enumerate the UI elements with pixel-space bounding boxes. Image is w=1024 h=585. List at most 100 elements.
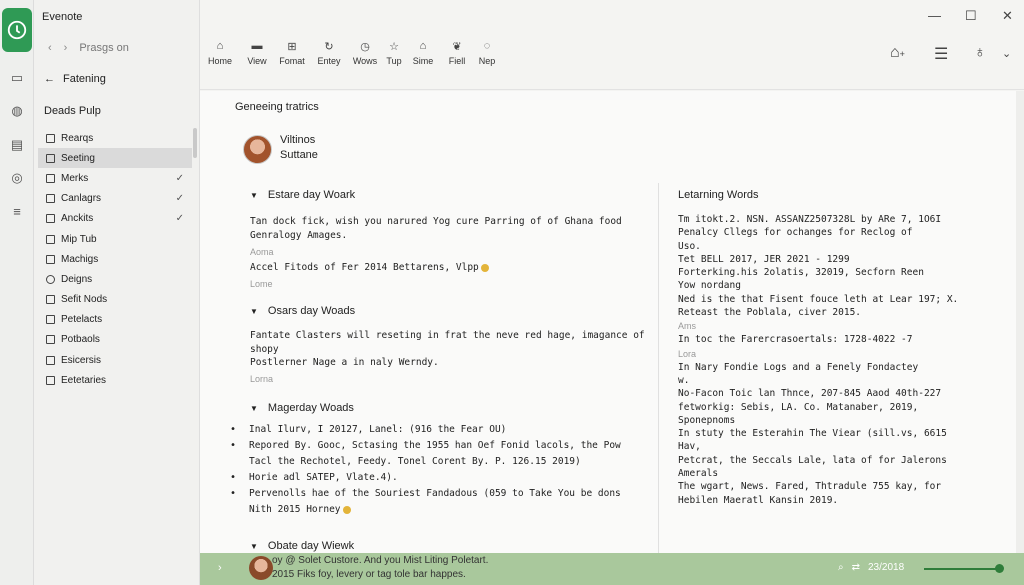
circle-icon bbox=[46, 274, 55, 284]
history-nav: ‹ › Prasgs on bbox=[48, 42, 129, 54]
checkmark-icon: ✓ bbox=[175, 213, 184, 225]
sidebar-item[interactable]: Seeting bbox=[38, 148, 192, 169]
close-icon[interactable]: ✕ bbox=[1002, 8, 1013, 24]
toolbar-home-button[interactable]: ⌂ Home bbox=[203, 40, 237, 66]
view-icon: ▬ bbox=[251, 40, 263, 52]
note-title[interactable]: Geneeing tratrics bbox=[235, 101, 319, 113]
collapse-triangle-icon[interactable]: ▼ bbox=[250, 542, 258, 551]
right-column-line: Sponepnoms bbox=[678, 414, 736, 426]
chevron-down-icon[interactable]: ⌄ bbox=[1002, 47, 1011, 60]
bullet-item: Horie adl SATEP, Vlate.4). bbox=[230, 470, 655, 486]
back-arrow-icon: ← bbox=[44, 73, 55, 85]
toolbar-view-button[interactable]: ▬ View bbox=[240, 40, 274, 66]
collapse-triangle-icon[interactable]: ▼ bbox=[250, 307, 258, 316]
section-heading-text: Obate day Wiewk bbox=[267, 540, 355, 552]
author-avatar bbox=[243, 135, 272, 164]
bottom-controls: ⌕ ⇄ 23/2018 bbox=[838, 562, 904, 573]
expand-chevron-icon[interactable]: › bbox=[218, 562, 222, 574]
right-column-line: Tet BELL 2017, JER 2021 - 1299 bbox=[678, 253, 850, 265]
forward-chevron-icon[interactable]: › bbox=[64, 42, 68, 54]
body-line: Genralogy Amages. bbox=[250, 230, 348, 241]
bullet-continuation: Tacl the Rechotel, Feedy. Tonel Corent B… bbox=[249, 456, 581, 467]
back-chevron-icon[interactable]: ‹ bbox=[48, 42, 52, 54]
share-icon[interactable]: ⇄ bbox=[852, 562, 860, 573]
sidebar-item[interactable]: Rearqs bbox=[38, 128, 192, 148]
right-column-line: Penalcy Cllegs for ochanges for Reclog o… bbox=[678, 227, 913, 239]
right-column-line: The wgart, News. Fared, Thtradule 755 ka… bbox=[678, 481, 942, 493]
toolbar-label: Fiell bbox=[448, 56, 466, 66]
search-icon[interactable]: ⌕ bbox=[838, 562, 844, 573]
keyboard-icon[interactable]: ▭ bbox=[7, 68, 27, 88]
section-heading[interactable]: ▼ Osars day Woads bbox=[250, 303, 655, 319]
back-link[interactable]: ← Fatening bbox=[44, 73, 106, 85]
sidebar-item[interactable]: Deigns bbox=[38, 269, 192, 289]
toolbar-fomat-button[interactable]: ⊞ Fomat bbox=[275, 40, 309, 66]
maximize-icon[interactable]: ☐ bbox=[965, 8, 977, 24]
body-line: shopy bbox=[250, 344, 279, 355]
section-heading-text: Estare day Woark bbox=[267, 189, 356, 201]
collapse-triangle-icon[interactable]: ▼ bbox=[250, 404, 258, 413]
toolbar-entey-button[interactable]: ↻ Entey bbox=[312, 40, 346, 66]
section-heading[interactable]: ▼ Estare day Woark bbox=[250, 187, 655, 203]
right-column-line: Tm itokt.2. NSN. ASSANZ2507328L by ARe 7… bbox=[678, 214, 942, 225]
zoom-slider-track[interactable] bbox=[924, 568, 998, 570]
sidebar-item[interactable]: Eetetaries bbox=[38, 370, 192, 390]
right-column-line: In toc the Farercrasoertals: 1728-4022 -… bbox=[678, 334, 913, 346]
sidebar-item[interactable]: Anckits ✓ bbox=[38, 209, 192, 229]
sidebar-section-title: Deads Pulp bbox=[44, 105, 101, 117]
right-column-line: In stuty the Esterahin The Viear (sill.v… bbox=[678, 428, 947, 440]
checkmark-icon: ✓ bbox=[175, 172, 184, 184]
author-name: Viltinos Suttane bbox=[280, 133, 318, 163]
logo-icon bbox=[7, 20, 27, 40]
nav-label: Prasgs on bbox=[79, 42, 129, 54]
right-column-line: w. bbox=[678, 374, 690, 386]
square-icon bbox=[46, 254, 55, 264]
right-column-line: Lora bbox=[678, 348, 697, 359]
sidebar-item[interactable]: Potbaols bbox=[38, 330, 192, 350]
help-icon: ◌ bbox=[483, 40, 491, 52]
toolbar-nep-button[interactable]: ◌ Nep bbox=[470, 40, 504, 66]
globe-icon[interactable]: ◍ bbox=[7, 101, 27, 121]
bottom-avatar bbox=[249, 556, 273, 580]
sidebar-item[interactable]: Machigs bbox=[38, 249, 192, 269]
toolbar-fiell-button[interactable]: ❦ Fiell bbox=[440, 40, 474, 66]
bottom-preview: oy @ Solet Custore. And you Mist Liting … bbox=[272, 554, 488, 582]
sidebar-item[interactable]: Mip Tub bbox=[38, 229, 192, 249]
right-column-title: Letarning Words bbox=[678, 189, 759, 201]
bottom-line-1: oy @ Solet Custore. And you Mist Liting … bbox=[272, 555, 489, 566]
sidebar-item[interactable]: Merks ✓ bbox=[38, 168, 192, 188]
square-icon bbox=[46, 173, 55, 183]
minimize-icon[interactable]: — bbox=[928, 8, 941, 23]
section-heading[interactable]: ▼ Magerday Woads bbox=[250, 400, 655, 416]
section-heading-text: Magerday Woads bbox=[267, 402, 354, 414]
tag-icon bbox=[46, 295, 55, 305]
database-icon[interactable]: ☰ bbox=[934, 44, 948, 64]
toolbar-label: Entey bbox=[317, 56, 341, 66]
toolbar-sime-button[interactable]: ⌂ Sime bbox=[406, 40, 440, 66]
right-column-line: Hebilen Maeratl Kansin 2019. bbox=[678, 494, 839, 506]
right-column-line: Petcrat, the Seccals Lale, lata of for J… bbox=[678, 454, 947, 466]
evernote-logo[interactable] bbox=[2, 8, 32, 52]
sidebar-item[interactable]: Canlagrs ✓ bbox=[38, 189, 192, 209]
note-icon bbox=[46, 153, 55, 163]
notes-icon[interactable]: ▤ bbox=[7, 135, 27, 155]
list-icon[interactable]: ≡ bbox=[7, 201, 27, 221]
sidebar-item-label: Canlagrs bbox=[61, 193, 102, 205]
note-editor[interactable]: Geneeing tratrics Viltinos Suttane ▼ Est… bbox=[200, 91, 1018, 553]
right-column-line: No-Facon Toic lan Thnce, 207-845 Aaod 40… bbox=[678, 388, 942, 400]
section-heading[interactable]: ▼ Obate day Wiewk bbox=[250, 538, 655, 554]
sidebar-item[interactable]: Sefit Nods bbox=[38, 290, 192, 310]
note-icon bbox=[46, 315, 55, 325]
zoom-slider-handle[interactable] bbox=[995, 564, 1004, 573]
sidebar-item[interactable]: Petelacts bbox=[38, 310, 192, 330]
note-icon bbox=[46, 335, 55, 345]
compass-icon[interactable]: ◎ bbox=[7, 168, 27, 188]
bulb-icon[interactable]: ♁ bbox=[974, 44, 986, 62]
collapse-triangle-icon[interactable]: ▼ bbox=[250, 191, 258, 200]
column-divider bbox=[658, 183, 659, 553]
add-home-icon[interactable]: ⌂+ bbox=[890, 44, 905, 62]
back-label: Fatening bbox=[63, 73, 106, 85]
editor-scrollbar[interactable] bbox=[1016, 91, 1024, 553]
sidebar-scrollbar[interactable] bbox=[193, 128, 197, 158]
sidebar-item[interactable]: Esicersis bbox=[38, 350, 192, 370]
